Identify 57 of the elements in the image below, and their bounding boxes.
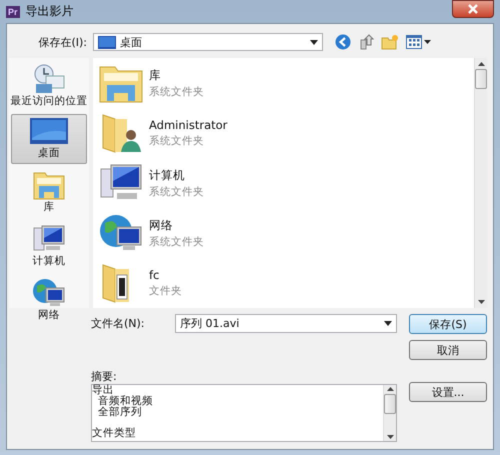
file-name: 库 <box>149 68 162 82</box>
network-globe-icon <box>99 213 143 253</box>
file-name: fc <box>149 268 160 282</box>
file-name-field[interactable]: 序列 01.avi <box>175 314 397 333</box>
settings-button[interactable]: 设置... <box>409 382 487 402</box>
summary-heading: 导出 <box>92 385 114 396</box>
close-icon <box>467 4 479 14</box>
place-item[interactable]: 桌面 <box>11 114 87 164</box>
file-name: 计算机 <box>149 168 186 182</box>
view-menu-button[interactable] <box>406 35 431 49</box>
scroll-up-icon[interactable] <box>386 387 394 391</box>
file-item[interactable]: 库 系统文件夹 <box>99 58 474 108</box>
place-item[interactable]: 最近访问的位置 <box>11 60 87 112</box>
window-title: 导出影片 <box>26 3 75 20</box>
file-item[interactable]: Administrator 系统文件夹 <box>99 108 474 158</box>
file-type: 文件夹 <box>149 284 182 298</box>
file-item[interactable]: 网络 系统文件夹 <box>99 208 474 258</box>
place-item[interactable]: 网络 <box>11 274 87 326</box>
desktop-icon <box>98 36 116 48</box>
recent-places-icon <box>32 64 66 94</box>
scroll-thumb[interactable] <box>384 394 396 414</box>
scroll-up-icon[interactable] <box>478 62 484 66</box>
scroll-down-icon[interactable] <box>386 435 394 439</box>
file-name: Administrator <box>149 118 228 132</box>
caret-icon <box>384 321 392 326</box>
caret-icon <box>310 40 318 44</box>
file-type: 系统文件夹 <box>149 234 204 248</box>
close-button[interactable] <box>452 0 494 18</box>
summary-label: 摘要: <box>91 369 118 384</box>
file-item[interactable]: 计算机 系统文件夹 <box>99 158 474 208</box>
file-item[interactable]: fc 文件夹 <box>99 258 474 308</box>
cancel-button[interactable]: 取消 <box>409 340 487 360</box>
place-item[interactable]: 库 <box>11 166 87 218</box>
caret-icon <box>424 40 431 44</box>
app-badge: Pr <box>6 6 20 18</box>
summary-item: 全部序列 <box>97 407 143 418</box>
save-button[interactable]: 保存(S) <box>409 314 487 334</box>
file-name: 网络 <box>149 218 174 232</box>
library-folder-icon <box>33 170 65 200</box>
back-icon[interactable] <box>335 34 351 50</box>
scroll-down-icon[interactable] <box>478 300 484 304</box>
scroll-thumb[interactable] <box>475 69 487 89</box>
save-in-dropdown[interactable]: 桌面 <box>93 33 323 51</box>
file-type: 系统文件夹 <box>149 134 205 148</box>
file-name-label: 文件名(N): <box>91 316 146 331</box>
file-type: 系统文件夹 <box>149 84 204 98</box>
file-type: 系统文件夹 <box>149 184 204 198</box>
summary-heading: 文件类型 <box>92 428 137 439</box>
scrollbar[interactable] <box>474 58 487 308</box>
grid-view-icon <box>406 35 422 49</box>
scrollbar[interactable] <box>383 385 396 441</box>
place-item[interactable]: 计算机 <box>11 220 87 272</box>
save-in-label: 保存在(I): <box>37 34 87 50</box>
up-folder-icon[interactable] <box>358 34 374 50</box>
summary-item: 音频和视频 <box>97 396 154 407</box>
network-globe-icon <box>32 278 66 308</box>
desktop-icon <box>30 118 68 146</box>
